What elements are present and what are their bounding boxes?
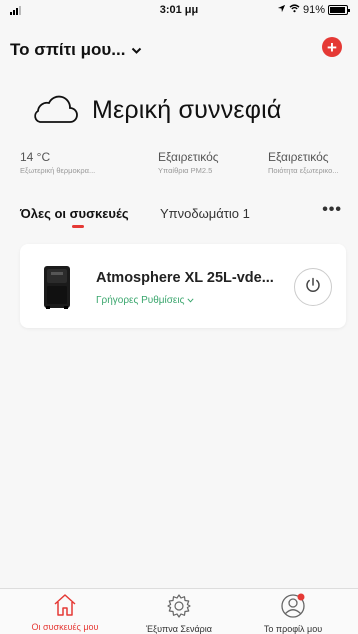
device-card[interactable]: Atmosphere XL 25L-vde... Γρήγορες Ρυθμίσ…	[20, 244, 346, 328]
profile-icon	[279, 593, 307, 623]
tab-my-devices[interactable]: Οι συσκευές μου	[15, 593, 115, 632]
quick-settings-link[interactable]: Γρήγορες Ρυθμίσεις	[96, 295, 194, 306]
room-tabs: Όλες οι συσκευές Υπνοδωμάτιο 1	[0, 206, 358, 236]
status-bar: 3:01 μμ 91%	[0, 0, 358, 22]
power-button[interactable]	[294, 268, 332, 306]
home-name: Το σπίτι μου...	[10, 40, 126, 59]
stat-value: 14 °C	[20, 150, 51, 164]
tab-bedroom-1[interactable]: Υπνοδωμάτιο 1	[160, 206, 250, 221]
bottom-tab-bar: Οι συσκευές μου Έξυπνα Σενάρια Το προφίλ…	[0, 588, 358, 634]
tab-active-indicator	[72, 225, 84, 228]
weather-summary: Μερική συννεφιά	[30, 92, 282, 129]
chevron-down-icon	[131, 40, 142, 60]
home-selector[interactable]: Το σπίτι μου...	[10, 40, 142, 60]
stat-outdoor-quality[interactable]: Εξαιρετικός Ποιότητα εξωτερικο...	[268, 150, 339, 175]
location-icon	[277, 4, 286, 16]
add-device-button[interactable]: +	[322, 37, 342, 57]
wifi-icon	[289, 4, 300, 16]
weather-condition: Μερική συννεφιά	[92, 96, 282, 124]
more-options-icon[interactable]: •••	[322, 201, 342, 219]
stat-label: Εξωτερική θερμοκρα...	[20, 166, 96, 175]
tab-label: Οι συσκευές μου	[31, 622, 99, 632]
tab-smart-scenes[interactable]: Έξυπνα Σενάρια	[129, 593, 229, 634]
stat-value: Εξαιρετικός	[158, 150, 219, 164]
device-name: Atmosphere XL 25L-vde...	[96, 270, 274, 286]
tab-all-devices[interactable]: Όλες οι συσκευές	[20, 206, 129, 221]
quick-settings-label: Γρήγορες Ρυθμίσεις	[96, 295, 185, 306]
power-icon	[304, 276, 322, 299]
battery-icon	[328, 5, 350, 15]
cloud-icon	[30, 92, 78, 129]
tab-my-profile[interactable]: Το προφίλ μου	[243, 593, 343, 634]
chevron-down-icon	[187, 295, 194, 306]
plus-icon: +	[327, 37, 337, 57]
stat-outdoor-temperature[interactable]: 14 °C Εξωτερική θερμοκρα...	[20, 150, 95, 175]
stat-label: Ποιότητα εξωτερικο...	[268, 166, 339, 175]
tab-label: Έξυπνα Σενάρια	[145, 624, 213, 634]
stat-value: Εξαιρετικός	[268, 150, 329, 164]
battery-percent: 91%	[302, 4, 325, 16]
tab-label: Το προφίλ μου	[263, 624, 323, 634]
stat-outdoor-pm25[interactable]: Εξαιρετικός Υπαίθρια PM2.5	[158, 150, 219, 175]
dehumidifier-icon	[42, 264, 72, 310]
stat-label: Υπαίθρια PM2.5	[158, 166, 213, 175]
home-icon	[52, 594, 78, 621]
status-right: 91%	[277, 4, 350, 16]
gear-icon	[166, 594, 192, 623]
